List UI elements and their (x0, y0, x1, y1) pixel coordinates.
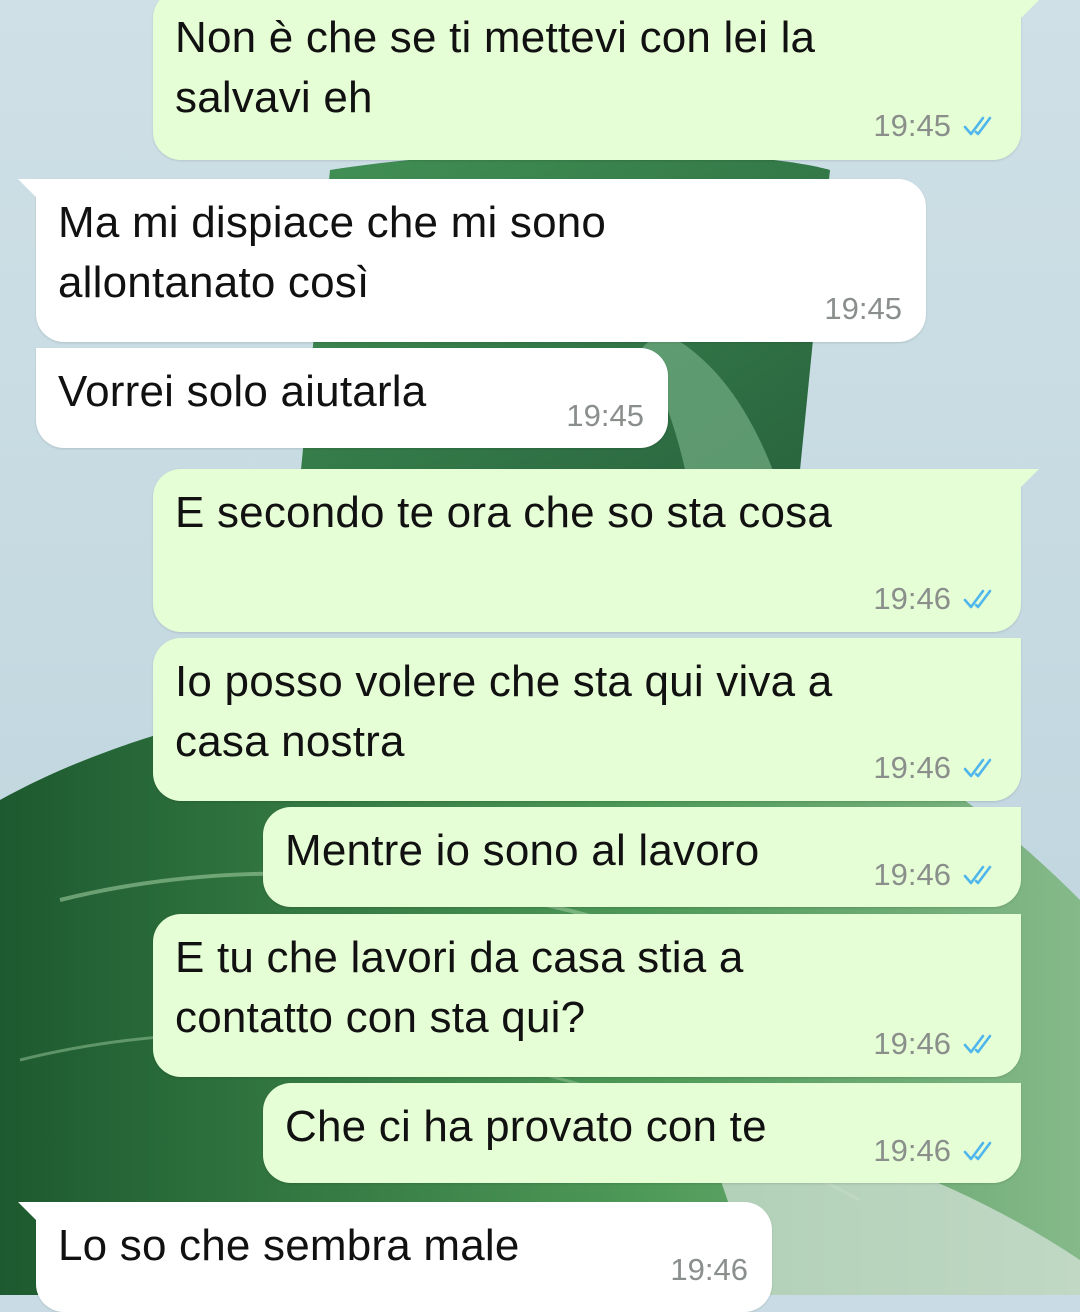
message-text: Mentre io sono al lavoro (285, 826, 760, 875)
message-text: Io posso volere che sta qui viva a casa … (175, 657, 833, 766)
incoming-message-bubble[interactable]: Lo so che sembra male 19:46 (18, 1202, 772, 1312)
message-time: 19:46 (873, 1026, 951, 1061)
message-meta: 19:46 (873, 1026, 997, 1062)
message-time: 19:46 (873, 857, 951, 892)
message-time: 19:46 (873, 750, 951, 785)
outgoing-message-bubble[interactable]: Io posso volere che sta qui viva a casa … (153, 638, 1021, 801)
message-meta: 19:45 (824, 291, 902, 327)
message-text: Non è che se ti mettevi con lei la salva… (175, 13, 816, 122)
double-check-icon (963, 589, 992, 609)
message-meta: 19:46 (670, 1252, 748, 1288)
outgoing-message-bubble[interactable]: Che ci ha provato con te 19:46 (263, 1083, 1021, 1183)
double-check-icon (963, 1141, 992, 1161)
double-check-icon (963, 865, 992, 885)
message-meta: 19:46 (873, 581, 997, 617)
message-time: 19:46 (670, 1252, 748, 1287)
message-meta: 19:46 (873, 1133, 997, 1169)
bubble-tail (1017, 0, 1039, 22)
message-text: E tu che lavori da casa stia a contatto … (175, 933, 744, 1042)
message-text: Vorrei solo aiutarla (58, 367, 427, 416)
message-text: E secondo te ora che so sta cosa (175, 488, 833, 537)
outgoing-message-bubble[interactable]: Non è che se ti mettevi con lei la salva… (153, 0, 1039, 160)
bubble-tail (18, 1202, 40, 1224)
double-check-icon (963, 116, 992, 136)
message-meta: 19:46 (873, 857, 997, 893)
message-meta: 19:46 (873, 750, 997, 786)
outgoing-message-bubble[interactable]: E secondo te ora che so sta cosa 19:46 (153, 469, 1039, 632)
bubble-tail (1017, 469, 1039, 491)
message-time: 19:46 (873, 581, 951, 616)
message-time: 19:45 (873, 108, 951, 143)
message-text: Lo so che sembra male (58, 1221, 520, 1270)
message-meta: 19:45 (566, 398, 644, 434)
bubble-tail (18, 179, 40, 201)
message-meta: 19:45 (873, 108, 997, 144)
message-text: Ma mi dispiace che mi sono allontanato c… (58, 198, 607, 307)
message-time: 19:45 (566, 398, 644, 433)
outgoing-message-bubble[interactable]: E tu che lavori da casa stia a contatto … (153, 914, 1021, 1077)
message-time: 19:46 (873, 1133, 951, 1168)
double-check-icon (963, 1034, 992, 1054)
message-time: 19:45 (824, 291, 902, 326)
incoming-message-bubble[interactable]: Vorrei solo aiutarla 19:45 (36, 348, 668, 448)
message-text: Che ci ha provato con te (285, 1102, 767, 1151)
double-check-icon (963, 758, 992, 778)
incoming-message-bubble[interactable]: Ma mi dispiace che mi sono allontanato c… (18, 179, 926, 342)
outgoing-message-bubble[interactable]: Mentre io sono al lavoro 19:46 (263, 807, 1021, 907)
